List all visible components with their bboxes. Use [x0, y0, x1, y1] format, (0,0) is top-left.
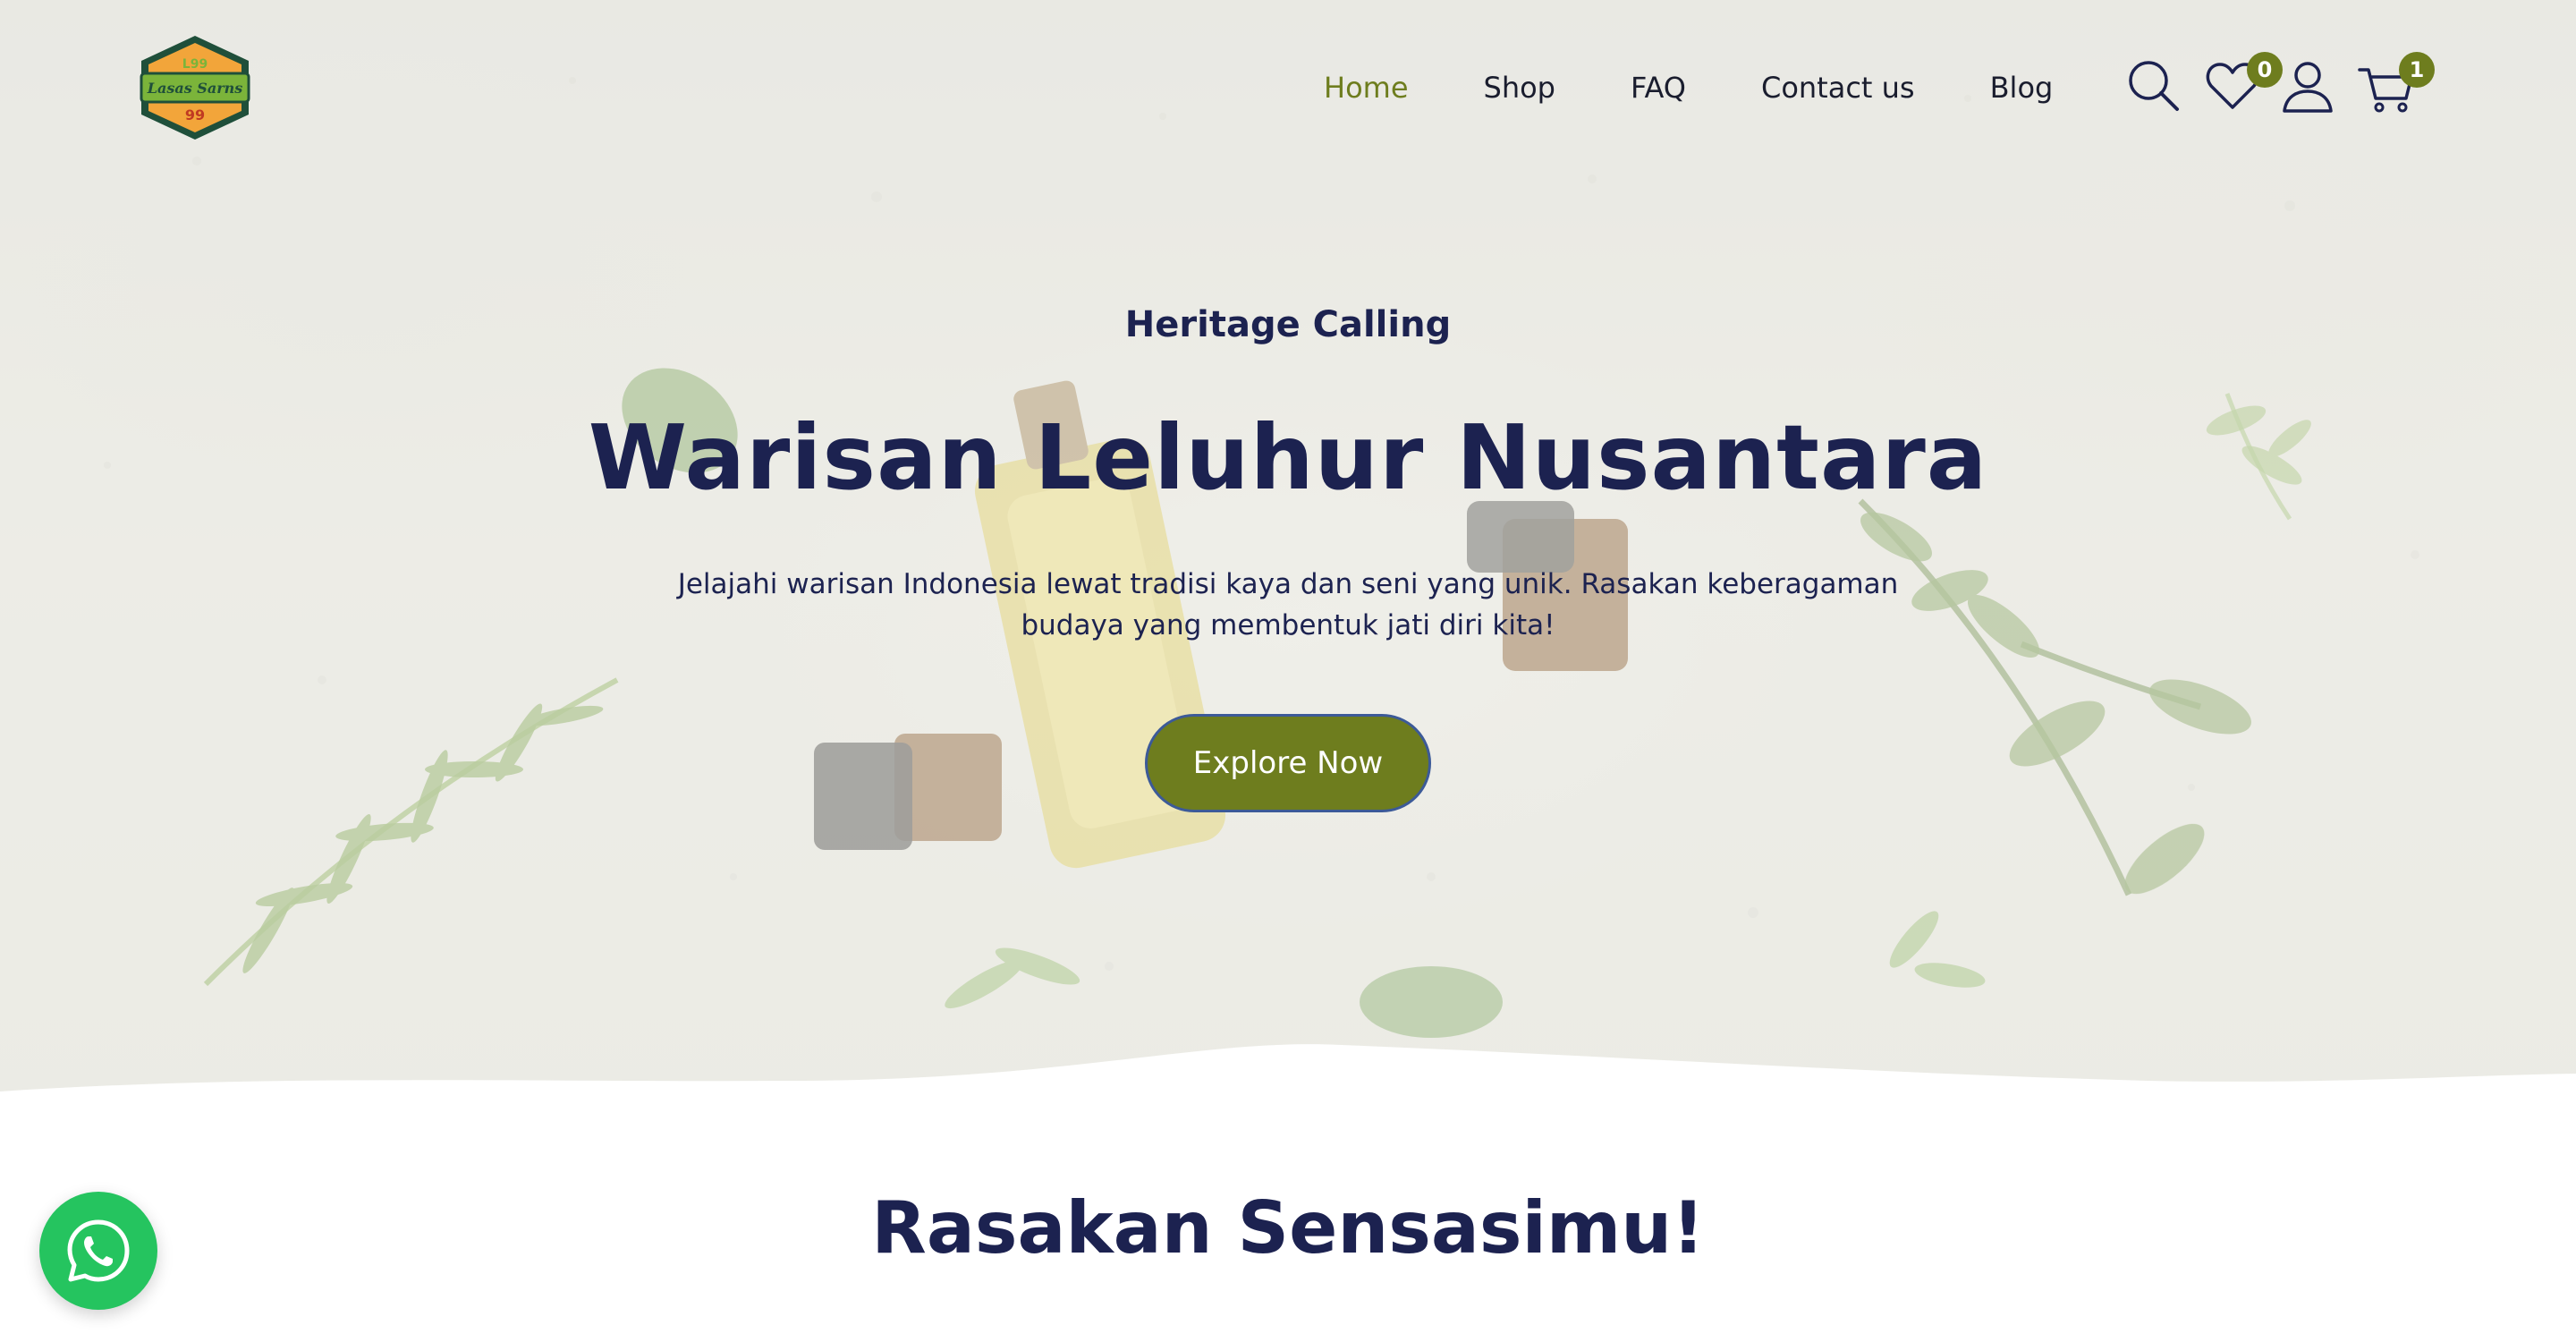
nav-item-shop[interactable]: Shop	[1484, 71, 1555, 105]
logo-text: Lasas Sarns	[147, 80, 243, 97]
logo-number: 99	[185, 106, 205, 123]
whatsapp-icon	[67, 1219, 130, 1282]
brand-logo[interactable]: L99 Lasas Sarns 99	[134, 34, 256, 141]
wishlist-count-badge: 0	[2247, 52, 2283, 88]
nav-item-contact[interactable]: Contact us	[1761, 71, 1915, 105]
wishlist-button[interactable]: 0	[2204, 52, 2283, 115]
user-icon	[2283, 62, 2333, 113]
site-header: L99 Lasas Sarns 99 Home Shop FAQ Contact…	[0, 0, 2576, 179]
wave-divider	[0, 1044, 2576, 1145]
nav-item-faq[interactable]: FAQ	[1631, 71, 1686, 105]
nav-item-blog[interactable]: Blog	[1990, 71, 2054, 105]
hero-eyebrow: Heritage Calling	[1124, 304, 1452, 345]
search-button[interactable]	[2125, 57, 2182, 115]
hero-headline: Warisan Leluhur Nusantara	[588, 405, 1988, 510]
cart-button[interactable]: 1	[2358, 52, 2435, 115]
nav-item-home[interactable]: Home	[1324, 71, 1409, 105]
explore-now-button[interactable]: Explore Now	[1145, 714, 1431, 812]
search-icon	[2129, 61, 2179, 111]
logo-monogram: L99	[182, 57, 208, 72]
hero-subtext: Jelajahi warisan Indonesia lewat tradisi…	[677, 568, 1899, 641]
cart-count-badge: 1	[2399, 52, 2435, 88]
account-button[interactable]	[2279, 57, 2336, 115]
main-nav: Home Shop FAQ Contact us Blog	[1324, 64, 2053, 111]
section-title: Rasakan Sensasimu!	[871, 1186, 1705, 1270]
whatsapp-button[interactable]	[39, 1192, 157, 1310]
